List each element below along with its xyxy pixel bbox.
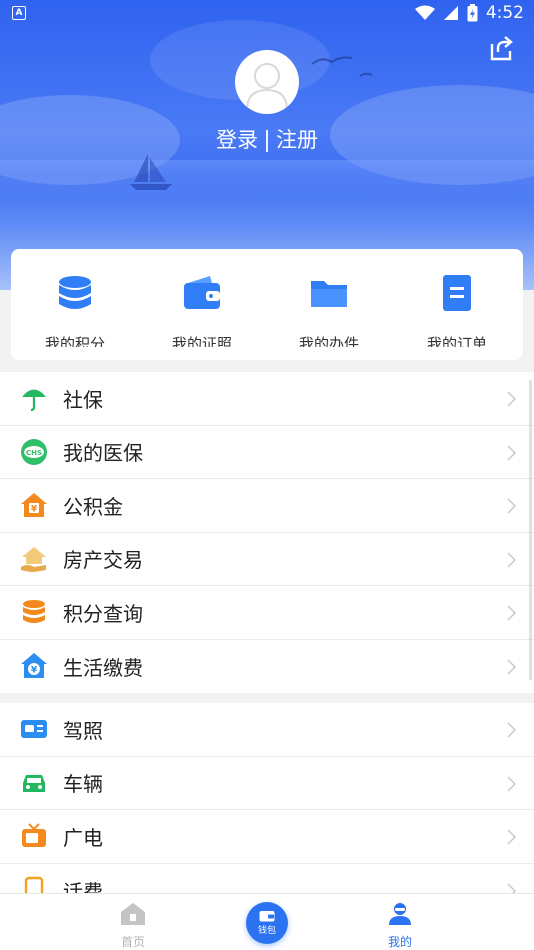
login-register-row: 登录 注册 bbox=[0, 124, 534, 154]
battery-icon bbox=[467, 4, 478, 22]
list-item-social-security[interactable]: 社保 bbox=[0, 372, 534, 426]
login-link[interactable]: 登录 bbox=[216, 128, 258, 152]
user-silhouette-icon bbox=[246, 63, 288, 111]
list-item-housing-fund[interactable]: ¥ 公积金 bbox=[0, 479, 534, 533]
chs-badge-icon: CHS bbox=[20, 438, 48, 466]
quick-action-cases[interactable]: 我的办件 bbox=[279, 273, 379, 347]
list-item-label: 广电 bbox=[63, 825, 103, 850]
horizon-decoration bbox=[0, 160, 534, 200]
wifi-icon bbox=[414, 5, 435, 20]
home-yuan-icon: ¥ bbox=[20, 652, 48, 680]
license-card-icon bbox=[20, 715, 48, 743]
list-item-medical-insurance[interactable]: CHS 我的医保 bbox=[0, 426, 534, 479]
register-link[interactable]: 注册 bbox=[276, 128, 318, 152]
quick-action-orders[interactable]: 我的订单 bbox=[407, 273, 507, 347]
home-icon bbox=[121, 903, 145, 925]
quick-actions-card: 我的积分 我的证照 我的办件 我的订单 bbox=[11, 249, 523, 360]
list-item-label: 房产交易 bbox=[63, 548, 143, 573]
list-item-label: 驾照 bbox=[63, 718, 103, 743]
house-hand-icon bbox=[20, 545, 48, 573]
wallet-icon bbox=[259, 911, 275, 922]
quick-action-points[interactable]: 我的积分 bbox=[25, 273, 125, 347]
clock: 4:52 bbox=[485, 3, 524, 23]
scrollbar[interactable] bbox=[529, 380, 532, 680]
chevron-right-icon bbox=[507, 551, 516, 568]
quick-action-label: 我的积分 bbox=[44, 335, 105, 347]
list-item-broadcast-tv[interactable]: 广电 bbox=[0, 810, 534, 864]
chevron-right-icon bbox=[507, 444, 516, 461]
list-item-vehicle[interactable]: 车辆 bbox=[0, 757, 534, 810]
share-icon[interactable] bbox=[488, 36, 514, 62]
coins-stack-icon bbox=[20, 598, 48, 626]
quick-action-label: 我的办件 bbox=[298, 335, 359, 347]
svg-text:¥: ¥ bbox=[31, 505, 38, 515]
quick-action-label: 我的证照 bbox=[171, 335, 232, 347]
list-item-label: 公积金 bbox=[63, 494, 123, 519]
nav-label: 钱包 bbox=[257, 926, 276, 936]
list-item-label: 积分查询 bbox=[63, 601, 143, 626]
list-item-label: 社保 bbox=[63, 387, 103, 412]
chevron-right-icon bbox=[507, 722, 516, 738]
chevron-right-icon bbox=[507, 498, 516, 514]
list-item-label: 我的医保 bbox=[63, 441, 143, 466]
quick-action-label: 我的订单 bbox=[426, 335, 487, 347]
nav-tab-wallet[interactable]: 钱包 bbox=[246, 902, 288, 944]
database-icon bbox=[59, 276, 91, 309]
divider bbox=[266, 130, 268, 152]
signal-icon bbox=[443, 6, 458, 20]
svg-text:¥: ¥ bbox=[31, 666, 38, 676]
tv-icon bbox=[20, 822, 48, 850]
chevron-right-icon bbox=[507, 605, 516, 621]
nav-tab-home[interactable]: 首页 bbox=[103, 902, 163, 950]
svg-text:CHS: CHS bbox=[26, 449, 42, 457]
list-item-label: 生活缴费 bbox=[63, 655, 143, 680]
services-list-primary: 社保 CHS 我的医保 ¥ 公积金 房产交易 积分查询 ¥ 生活缴费 bbox=[0, 372, 534, 693]
chevron-right-icon bbox=[507, 391, 516, 407]
list-item-points-query[interactable]: 积分查询 bbox=[0, 586, 534, 640]
list-item-driver-license[interactable]: 驾照 bbox=[0, 703, 534, 757]
bottom-nav: 首页 钱包 我的 bbox=[0, 893, 534, 950]
folder-icon bbox=[311, 281, 347, 307]
nav-label: 首页 bbox=[120, 935, 145, 949]
chevron-right-icon bbox=[507, 658, 516, 675]
user-icon bbox=[389, 903, 411, 925]
chevron-right-icon bbox=[507, 775, 516, 792]
umbrella-icon bbox=[20, 384, 48, 412]
nav-tab-mine[interactable]: 我的 bbox=[370, 902, 430, 950]
birds-decoration bbox=[311, 56, 373, 77]
house-yuan-icon: ¥ bbox=[20, 491, 48, 519]
nav-label: 我的 bbox=[387, 935, 412, 949]
list-item-utility-payment[interactable]: ¥ 生活缴费 bbox=[0, 640, 534, 694]
document-icon bbox=[443, 275, 471, 311]
profile-header: A 4:52 登录 注册 bbox=[0, 0, 534, 290]
car-icon bbox=[20, 769, 48, 797]
services-list-secondary: 驾照 车辆 广电 话费 bbox=[0, 703, 534, 917]
status-bar: A 4:52 bbox=[0, 0, 534, 28]
list-item-property-transaction[interactable]: 房产交易 bbox=[0, 533, 534, 586]
quick-action-licenses[interactable]: 我的证照 bbox=[152, 273, 252, 347]
boat-decoration bbox=[130, 154, 172, 190]
wallet-icon bbox=[184, 276, 220, 309]
list-item-label: 车辆 bbox=[63, 772, 103, 797]
notification-icon: A bbox=[12, 6, 26, 20]
avatar[interactable] bbox=[235, 50, 299, 114]
chevron-right-icon bbox=[507, 829, 516, 845]
